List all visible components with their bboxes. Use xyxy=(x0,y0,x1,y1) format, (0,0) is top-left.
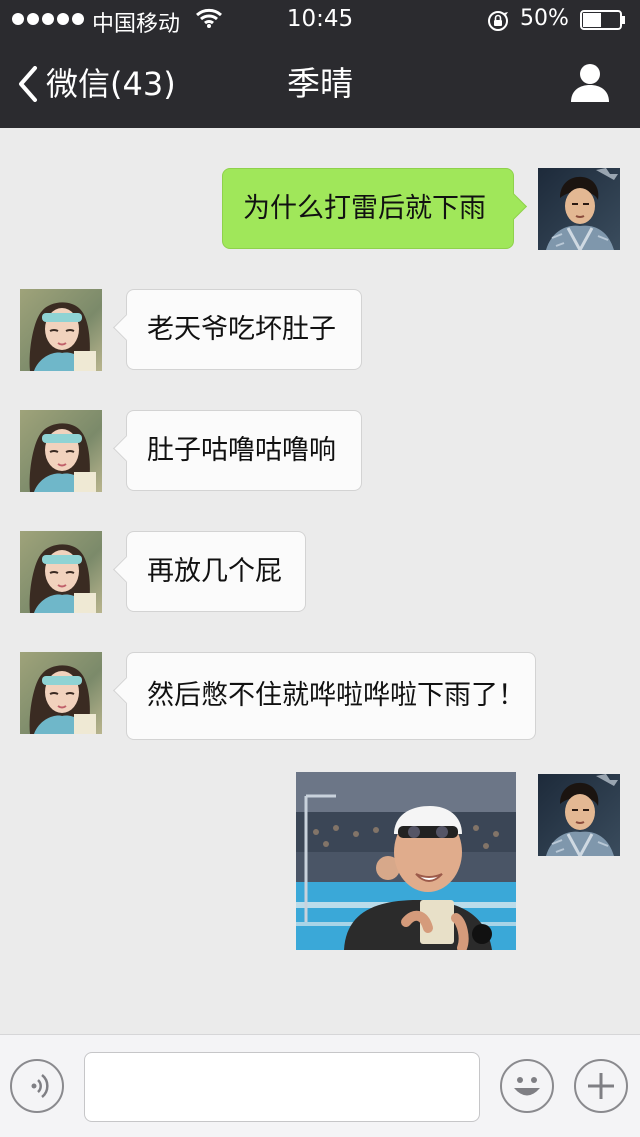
input-bar xyxy=(0,1034,640,1137)
navigation-bar: 微信(43) 季晴 xyxy=(0,40,640,128)
message-bubble-outgoing[interactable]: 为什么打雷后就下雨 xyxy=(222,168,514,249)
plus-icon xyxy=(588,1073,614,1099)
more-button[interactable] xyxy=(574,1059,628,1113)
page-title: 季晴 xyxy=(287,64,353,103)
message-bubble-incoming[interactable]: 然后憋不住就哗啦哗啦下雨了！ xyxy=(126,652,536,740)
message-input[interactable] xyxy=(84,1052,480,1122)
contact-avatar-friend[interactable] xyxy=(20,289,102,371)
contact-avatar-friend[interactable] xyxy=(20,410,102,492)
message-bubble-incoming[interactable]: 肚子咕噜咕噜响 xyxy=(126,410,362,491)
message-text: 再放几个屁 xyxy=(147,556,282,587)
message-text: 为什么打雷后就下雨 xyxy=(243,193,486,224)
voice-icon xyxy=(31,1074,49,1098)
contact-avatar-self[interactable] xyxy=(538,774,620,856)
contact-avatar-self[interactable] xyxy=(538,168,620,250)
battery-percentage: 50% xyxy=(520,6,569,31)
message-text: 肚子咕噜咕噜响 xyxy=(147,435,336,466)
contact-avatar-friend[interactable] xyxy=(20,652,102,734)
message-text: 然后憋不住就哗啦哗啦下雨了！ xyxy=(147,680,525,711)
profile-button[interactable] xyxy=(568,60,612,104)
emoji-icon xyxy=(514,1077,540,1096)
rotation-lock-icon xyxy=(486,9,510,39)
contact-avatar-friend[interactable] xyxy=(20,531,102,613)
message-text: 老天爷吃坏肚子 xyxy=(147,314,336,345)
status-bar: 中国移动 10:45 50% xyxy=(0,0,640,40)
message-bubble-incoming[interactable]: 再放几个屁 xyxy=(126,531,306,612)
header: 中国移动 10:45 50% 微信(43) 季晴 xyxy=(0,0,640,128)
message-bubble-incoming[interactable]: 老天爷吃坏肚子 xyxy=(126,289,362,370)
emoji-button[interactable] xyxy=(500,1059,554,1113)
battery-icon xyxy=(580,10,625,30)
sticker-image[interactable] xyxy=(296,772,516,950)
person-icon xyxy=(571,64,609,102)
voice-button[interactable] xyxy=(10,1059,64,1113)
